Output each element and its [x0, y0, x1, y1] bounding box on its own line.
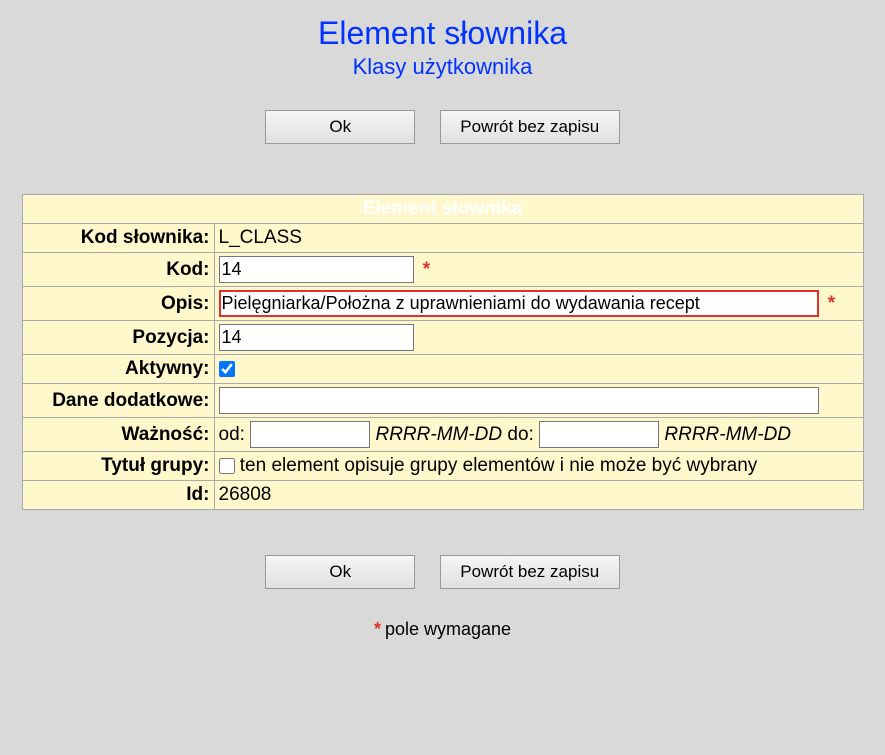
value-kod-slownika: L_CLASS — [214, 224, 863, 253]
date-do-hint: RRRR-MM-DD — [664, 424, 791, 445]
ok-button-bottom[interactable]: Ok — [265, 555, 415, 589]
bottom-button-row: Ok Powrót bez zapisu — [0, 555, 885, 589]
ok-button-top[interactable]: Ok — [265, 110, 415, 144]
label-id: Id: — [22, 481, 214, 510]
required-star-opis: * — [828, 293, 835, 314]
pozycja-input[interactable] — [219, 324, 414, 351]
tytul-grupy-checkbox[interactable] — [219, 458, 235, 474]
footer-note: *pole wymagane — [0, 619, 885, 640]
footer-text: pole wymagane — [385, 619, 511, 639]
label-dane-dodatkowe: Dane dodatkowe: — [22, 384, 214, 418]
label-pozycja: Pozycja: — [22, 321, 214, 355]
date-do-label: do: — [507, 424, 533, 445]
page-title: Element słownika — [0, 15, 885, 52]
back-button-bottom[interactable]: Powrót bez zapisu — [440, 555, 620, 589]
aktywny-checkbox[interactable] — [219, 361, 235, 377]
label-kod: Kod: — [22, 253, 214, 287]
date-od-label: od: — [219, 424, 245, 445]
waznosc-do-input[interactable] — [539, 421, 659, 448]
waznosc-od-input[interactable] — [250, 421, 370, 448]
top-button-row: Ok Powrót bez zapisu — [0, 110, 885, 144]
label-aktywny: Aktywny: — [22, 355, 214, 384]
label-kod-slownika: Kod słownika: — [22, 224, 214, 253]
footer-required-star: * — [374, 619, 381, 639]
label-waznosc: Ważność: — [22, 418, 214, 452]
label-opis: Opis: — [22, 287, 214, 321]
opis-input[interactable] — [219, 290, 819, 317]
required-star-kod: * — [423, 259, 430, 280]
label-tytul-grupy: Tytuł grupy: — [22, 452, 214, 481]
form-table: Element słownika Kod słownika: L_CLASS K… — [22, 194, 864, 510]
kod-input[interactable] — [219, 256, 414, 283]
table-header: Element słownika — [22, 195, 863, 224]
date-od-hint: RRRR-MM-DD — [375, 424, 502, 445]
page-subtitle: Klasy użytkownika — [0, 54, 885, 80]
value-id: 26808 — [214, 481, 863, 510]
back-button-top[interactable]: Powrót bez zapisu — [440, 110, 620, 144]
tytul-grupy-text: ten element opisuje grupy elementów i ni… — [240, 455, 758, 476]
dane-dodatkowe-input[interactable] — [219, 387, 819, 414]
